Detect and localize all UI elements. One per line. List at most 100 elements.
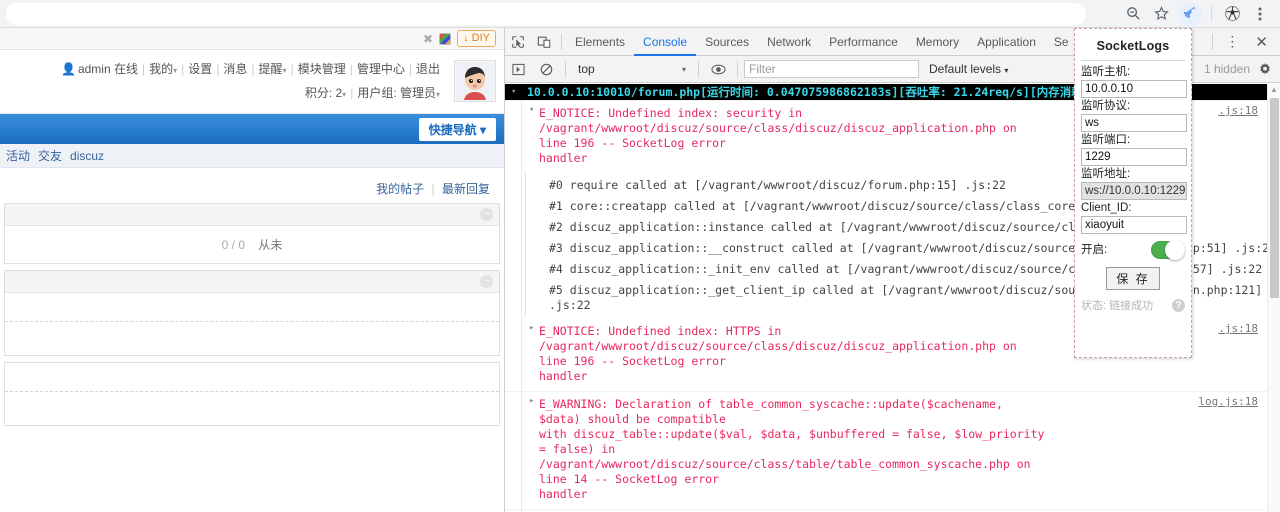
collapse-icon[interactable]: ✖ [423,33,433,45]
subnav-item-activity[interactable]: 活动 [6,147,30,164]
extension-active-icon[interactable] [1178,1,1202,26]
source-ref[interactable]: log.js:18 [1198,394,1258,409]
last-post: 从未 [258,238,283,252]
screen: ✖ ↓ DIY 👤 admin 在线 | 我的▾ | 设置 | 消息 | 提醒▾ | 模块管理 | 管理中… [0,0,1280,512]
divider-dashed [5,321,499,322]
soccer-extension-icon[interactable] [1218,2,1246,26]
tab-network[interactable]: Network [758,28,820,56]
user-link-settings[interactable]: 设置 [188,62,212,76]
subnav-item-discuz[interactable]: discuz [70,149,104,163]
chevron-down-icon: ▾ [681,64,686,74]
socketlogs-panel: SocketLogs 监听主机: 10.0.0.10 监听协议: ws 监听端口… [1074,28,1192,358]
user-link-mine[interactable]: 我的 [149,62,173,76]
tab-sources[interactable]: Sources [696,28,758,56]
tab-memory[interactable]: Memory [907,28,968,56]
style-palette-icon[interactable] [439,32,452,45]
block-body-2 [5,293,499,355]
enable-toggle-switch[interactable] [1151,240,1185,260]
tab-security[interactable]: Se [1045,28,1078,56]
avatar[interactable] [454,60,496,102]
bookmark-star-icon[interactable] [1147,2,1175,26]
filterbar-divider [565,61,566,77]
sub-navbar: 活动 交友 discuz [0,144,504,168]
omnibox[interactable] [6,3,1086,25]
listen-address-label: 监听地址: [1081,168,1131,180]
link-latest-replies[interactable]: 最新回复 [442,182,490,196]
tab-console[interactable]: Console [634,28,696,56]
diy-button[interactable]: ↓ DIY [457,30,496,47]
user-links-row: 👤 admin 在线 | 我的▾ | 设置 | 消息 | 提醒▾ | 模块管理 | 管理中心 | 退出 [60,62,440,76]
listen-port-input[interactable]: 1229 [1081,148,1187,166]
link-my-posts[interactable]: 我的帖子 [376,182,424,196]
source-ref[interactable]: .js:22 [1221,262,1263,276]
client-id-label: Client_ID: [1081,202,1132,214]
listen-address-input: ws://10.0.0.10:1229 [1081,182,1187,200]
tab-performance[interactable]: Performance [820,28,907,56]
block-header-2: – [5,271,499,293]
gear-icon[interactable] [1258,62,1280,76]
client-id-input[interactable]: xiaoyuit [1081,216,1187,234]
inspect-element-icon[interactable] [505,29,531,55]
subnav-item-friends[interactable]: 交友 [38,147,62,164]
status-text: 状态: 链接成功 [1081,300,1154,312]
tab-elements[interactable]: Elements [566,28,634,56]
execute-sidebar-icon[interactable] [505,56,531,82]
scrollbar-thumb[interactable] [1270,98,1279,298]
listen-host-label: 监听主机: [1081,66,1131,78]
device-toolbar-icon[interactable] [531,29,557,55]
expand-arrow-icon[interactable]: ▸ [529,321,534,336]
console-scrollbar[interactable]: ▲ [1267,84,1280,512]
usergroup-label[interactable]: 用户组: 管理员 [357,86,436,100]
enable-toggle-row: 开启: [1081,240,1185,260]
listen-protocol-label: 监听协议: [1081,100,1131,112]
scroll-up-arrow-icon[interactable]: ▲ [1268,84,1280,96]
user-icon: 👤 [60,62,76,76]
tab-application[interactable]: Application [968,28,1045,56]
user-link-module-admin[interactable]: 模块管理 [298,62,346,76]
block-collapse-icon[interactable]: – [480,208,493,221]
user-link-messages[interactable]: 消息 [223,62,247,76]
user-meta-row: 积分: 2▾ | 用户组: 管理员▾ [304,86,440,100]
source-ref[interactable]: .js:18 [1218,321,1258,336]
block-collapse-icon-2[interactable]: – [480,275,493,288]
quick-nav-button[interactable]: 快捷导航 ▾ [418,117,496,141]
source-ref[interactable]: .js:18 [1218,103,1258,118]
credits-label[interactable]: 积分: 2 [305,86,342,100]
status-row: 状态: 链接成功 ? [1081,297,1185,313]
zoom-icon[interactable] [1119,2,1147,26]
toggle-knob [1165,240,1185,260]
username[interactable]: admin [78,62,111,76]
listen-host-input[interactable]: 10.0.0.10 [1081,80,1187,98]
my-links: 我的帖子 | 最新回复 [376,182,490,196]
user-link-logout[interactable]: 退出 [416,62,440,76]
log-levels-select[interactable]: Default levels ▾ [921,62,1016,76]
user-link-notices[interactable]: 提醒 [259,62,283,76]
listen-protocol-input[interactable]: ws [1081,114,1187,132]
expand-arrow-icon[interactable]: ▾ [511,85,516,100]
filterbar-divider-2 [698,61,699,77]
discuz-page: ✖ ↓ DIY 👤 admin 在线 | 我的▾ | 设置 | 消息 | 提醒▾ | 模块管理 | 管理中… [0,28,504,512]
expand-arrow-icon[interactable]: ▾ [529,103,534,118]
forum-block-2: – [4,270,500,356]
browser-toolbar [0,0,1280,28]
eye-icon[interactable] [705,56,731,82]
chrome-menu-icon[interactable] [1246,2,1274,26]
expand-arrow-icon[interactable]: ▸ [529,394,534,409]
post-counts: 0 / 0 [221,238,245,252]
source-ref[interactable]: .js:22 [549,298,591,312]
user-link-admin-center[interactable]: 管理中心 [357,62,405,76]
diy-toolbar: ✖ ↓ DIY [0,28,504,50]
block-body-3 [5,363,499,425]
clear-console-icon[interactable] [533,56,559,82]
hidden-count-label: 1 hidden [1203,62,1250,76]
devtools-menu-icon[interactable]: ⋮ [1217,33,1247,50]
execution-context-select[interactable]: top ▾ [572,62,692,76]
save-button[interactable]: 保 存 [1106,267,1160,290]
filter-input[interactable]: Filter [744,60,919,78]
listen-port-label: 监听端口: [1081,134,1131,146]
console-message: ▸ log.js:18 E_WARNING: Declaration of ta… [505,392,1280,510]
block-body: 0 / 0 从未 [5,226,499,263]
help-icon[interactable]: ? [1172,298,1185,312]
close-devtools-icon[interactable]: ✕ [1247,33,1276,51]
source-ref[interactable]: .js:22 [964,178,1006,192]
